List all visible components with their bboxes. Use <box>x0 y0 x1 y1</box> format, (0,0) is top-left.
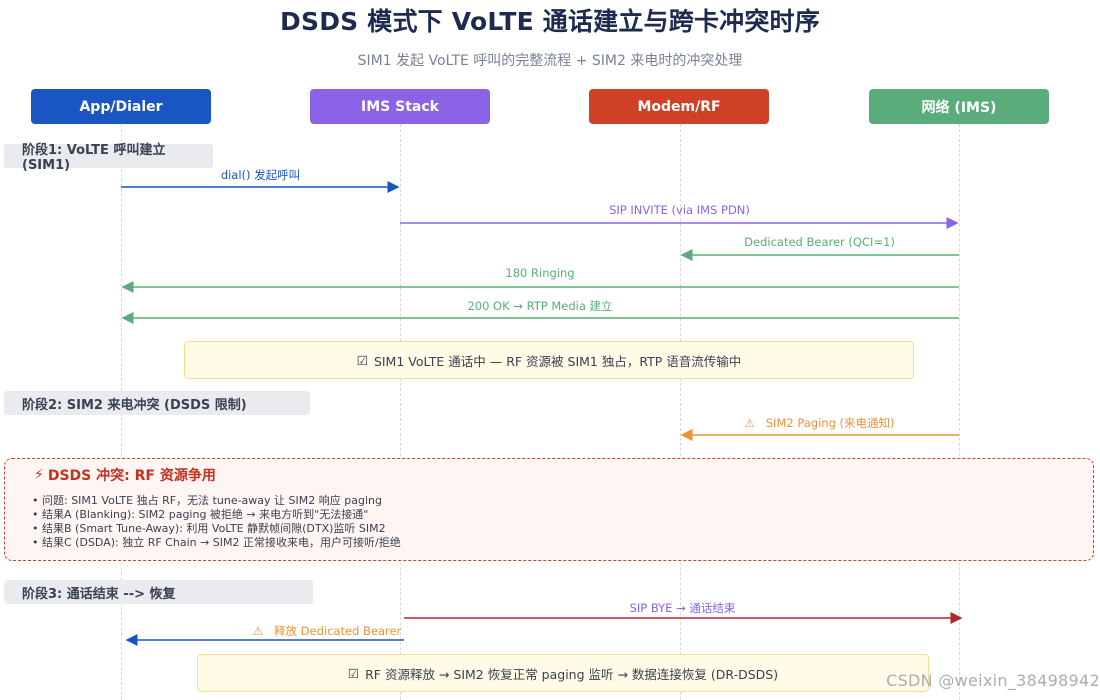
watermark: CSDN @weixin_38498942 <box>886 671 1100 690</box>
checkbox-icon: ☑ <box>347 665 360 681</box>
conflict-bullet: • 结果C (DSDA): 独立 RF Chain → SIM2 正常接收来电，… <box>32 536 401 549</box>
msg-bearer: Dedicated Bearer (QCI=1) <box>744 235 895 249</box>
msg-invite: SIP INVITE (via IMS PDN) <box>609 203 750 217</box>
msg-ok: 200 OK → RTP Media 建立 <box>467 299 613 313</box>
msg-release: ⚠ 释放 Dedicated Bearer <box>127 623 527 639</box>
note-recovery-text: RF 资源释放 → SIM2 恢复正常 paging 监听 → 数据连接恢复 (… <box>365 666 779 682</box>
lightning-icon: ⚡ <box>34 467 44 483</box>
conflict-title-text: DSDS 冲突: RF 资源争用 <box>47 468 216 484</box>
note-in-call-text: SIM1 VoLTE 通话中 — RF 资源被 SIM1 独占，RTP 语音流传… <box>373 353 742 369</box>
note-recovery: ☑ RF 资源释放 → SIM2 恢复正常 paging 监听 → 数据连接恢复 … <box>197 654 929 692</box>
msg-release-text: 释放 Dedicated Bearer <box>274 624 402 638</box>
msg-paging-text: SIM2 Paging (来电通知) <box>765 416 895 430</box>
msg-ringing: 180 Ringing <box>505 266 575 280</box>
msg-dial: dial() 发起呼叫 <box>220 168 301 182</box>
conflict-title: ⚡ DSDS 冲突: RF 资源争用 <box>34 465 216 485</box>
msg-bye: SIP BYE → 通话结束 <box>629 601 736 615</box>
warning-icon: ⚠ <box>744 416 755 430</box>
note-in-call: ☑ SIM1 VoLTE 通话中 — RF 资源被 SIM1 独占，RTP 语音流… <box>184 341 914 379</box>
conflict-bullet-text: 结果C (DSDA): 独立 RF Chain → SIM2 正常接收来电，用户… <box>42 536 401 549</box>
msg-paging: ⚠ SIM2 Paging (来电通知) <box>680 415 959 431</box>
warning-icon: ⚠ <box>252 624 264 638</box>
checkbox-icon: ☑ <box>356 352 368 368</box>
